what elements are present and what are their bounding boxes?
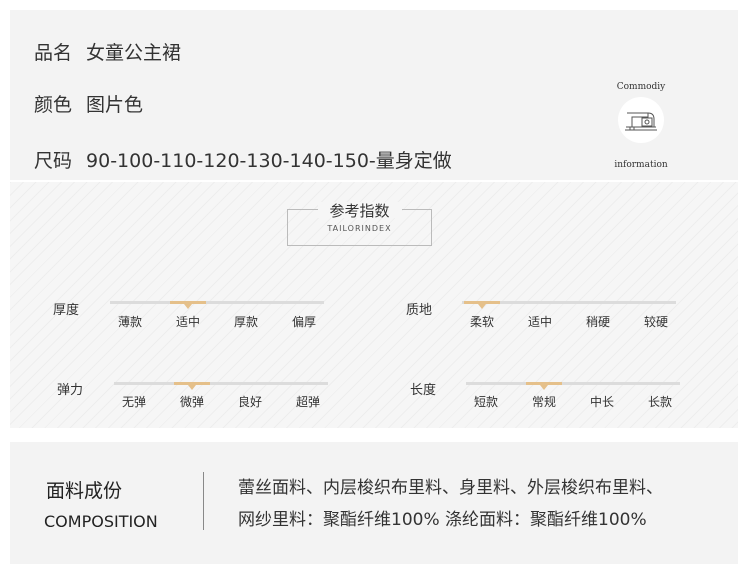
- scale-option: 薄款: [117, 315, 142, 329]
- scale-selected-notch: [540, 385, 548, 390]
- scale-option: 良好: [237, 395, 262, 409]
- composition-subtitle: COMPOSITION: [44, 512, 158, 531]
- composition-title: 面料成份: [46, 480, 123, 502]
- scale-label: 弹力: [57, 383, 84, 398]
- scale-option: 厚款: [233, 315, 258, 329]
- composition-line-2: 网纱里料：聚酯纤维100% 涤纶面料：聚酯纤维100%: [238, 510, 647, 530]
- badge-circle: [618, 97, 664, 143]
- reference-index-panel: 参考指数 TAILORINDEX 厚度 薄款 适中 厚款 偏厚 质地 柔软 适中…: [10, 182, 738, 428]
- scale-option: 偏厚: [291, 315, 316, 329]
- scale-option: 短款: [473, 395, 498, 409]
- product-color-value: 图片色: [86, 94, 144, 116]
- product-size-row: 尺码 90-100-110-120-130-140-150-量身定做: [34, 146, 452, 173]
- product-size-label: 尺码: [34, 150, 73, 172]
- composition-divider: [203, 472, 204, 530]
- scale-option: 适中: [175, 315, 200, 329]
- scale-track: [466, 382, 680, 385]
- scale-label: 质地: [406, 303, 433, 318]
- product-name-row: 品名 女童公主裙: [34, 38, 181, 65]
- badge-top-text: Commodiy: [616, 82, 666, 92]
- scale-option: 中长: [589, 395, 614, 409]
- scale-option: 适中: [527, 315, 552, 329]
- product-name-value: 女童公主裙: [86, 42, 182, 64]
- scale-option: 较硬: [643, 315, 668, 329]
- commodity-info-badge: Commodiy information: [606, 82, 676, 170]
- scale-option: 微弹: [179, 395, 204, 409]
- product-name-label: 品名: [34, 42, 73, 64]
- scale-option: 稍硬: [585, 315, 610, 329]
- scale-selected-notch: [478, 304, 486, 309]
- scale-track: [114, 382, 328, 385]
- composition-panel: 面料成份 COMPOSITION 蕾丝面料、内层梭织布里料、身里料、外层梭织布里…: [10, 442, 738, 564]
- scale-option: 无弹: [121, 395, 146, 409]
- scale-selected-notch: [184, 304, 192, 309]
- product-color-row: 颜色 图片色: [34, 90, 143, 117]
- product-info-panel: 品名 女童公主裙 颜色 图片色 尺码 90-100-110-120-130-140-1…: [10, 10, 738, 180]
- sewing-machine-icon: [625, 112, 657, 131]
- scale-option: 长款: [647, 395, 672, 409]
- scale-label: 厚度: [53, 303, 80, 318]
- scale-label: 长度: [410, 383, 437, 398]
- scale-selected-notch: [188, 385, 196, 390]
- scale-option: 常规: [531, 395, 556, 409]
- scale-track: [110, 301, 324, 304]
- product-color-label: 颜色: [34, 94, 73, 116]
- composition-text: 蕾丝面料、内层梭织布里料、身里料、外层梭织布里料、 网纱里料：聚酯纤维100% …: [238, 472, 728, 536]
- badge-bottom-text: information: [614, 160, 668, 170]
- composition-line-1: 蕾丝面料、内层梭织布里料、身里料、外层梭织布里料、: [238, 478, 663, 498]
- reference-subtitle: TAILORINDEX: [327, 224, 392, 233]
- scale-option: 柔软: [469, 315, 494, 329]
- reference-title: 参考指数: [329, 202, 390, 220]
- product-size-value: 90-100-110-120-130-140-150-量身定做: [86, 150, 452, 172]
- scale-option: 超弹: [295, 395, 320, 409]
